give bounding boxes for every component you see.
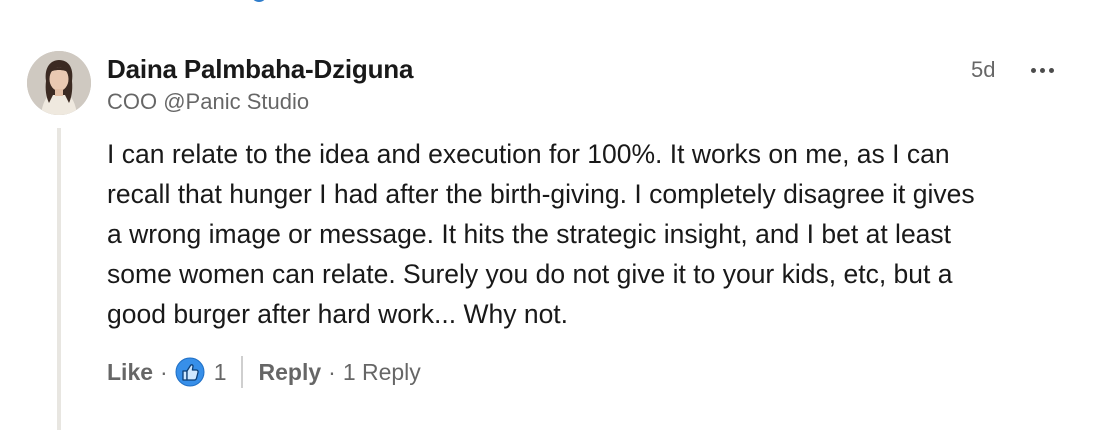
author-headline: COO @Panic Studio — [107, 89, 310, 114]
ellipsis-icon — [1030, 67, 1036, 73]
comment-panel: Daina Palmbaha-Dziguna COO @Panic Studio… — [0, 0, 1104, 430]
reaction-count[interactable]: 1 — [214, 359, 227, 386]
like-reaction-icon[interactable] — [175, 357, 205, 387]
reaction-icon — [251, 0, 267, 2]
separator-dot: · — [328, 358, 336, 385]
separator-dot: · — [160, 358, 168, 385]
ellipsis-icon — [1048, 67, 1054, 73]
reply-button[interactable]: Reply — [259, 359, 322, 386]
ellipsis-icon — [1039, 67, 1045, 73]
comment-actions: Like · 1 Reply · 1 Reply — [107, 352, 421, 392]
action-divider — [240, 356, 243, 388]
timestamp: 5d — [971, 57, 996, 82]
replies-count-link[interactable]: 1 Reply — [343, 359, 421, 386]
author-name[interactable]: Daina Palmbaha-Dziguna — [107, 54, 413, 85]
comment-text: I can relate to the idea and execution f… — [107, 139, 975, 329]
avatar[interactable] — [27, 51, 91, 115]
previous-comment-actions — [245, 0, 405, 4]
like-button[interactable]: Like — [107, 359, 153, 386]
profile-photo — [27, 51, 91, 115]
thread-line — [57, 128, 61, 430]
more-options-button[interactable] — [1022, 56, 1062, 84]
